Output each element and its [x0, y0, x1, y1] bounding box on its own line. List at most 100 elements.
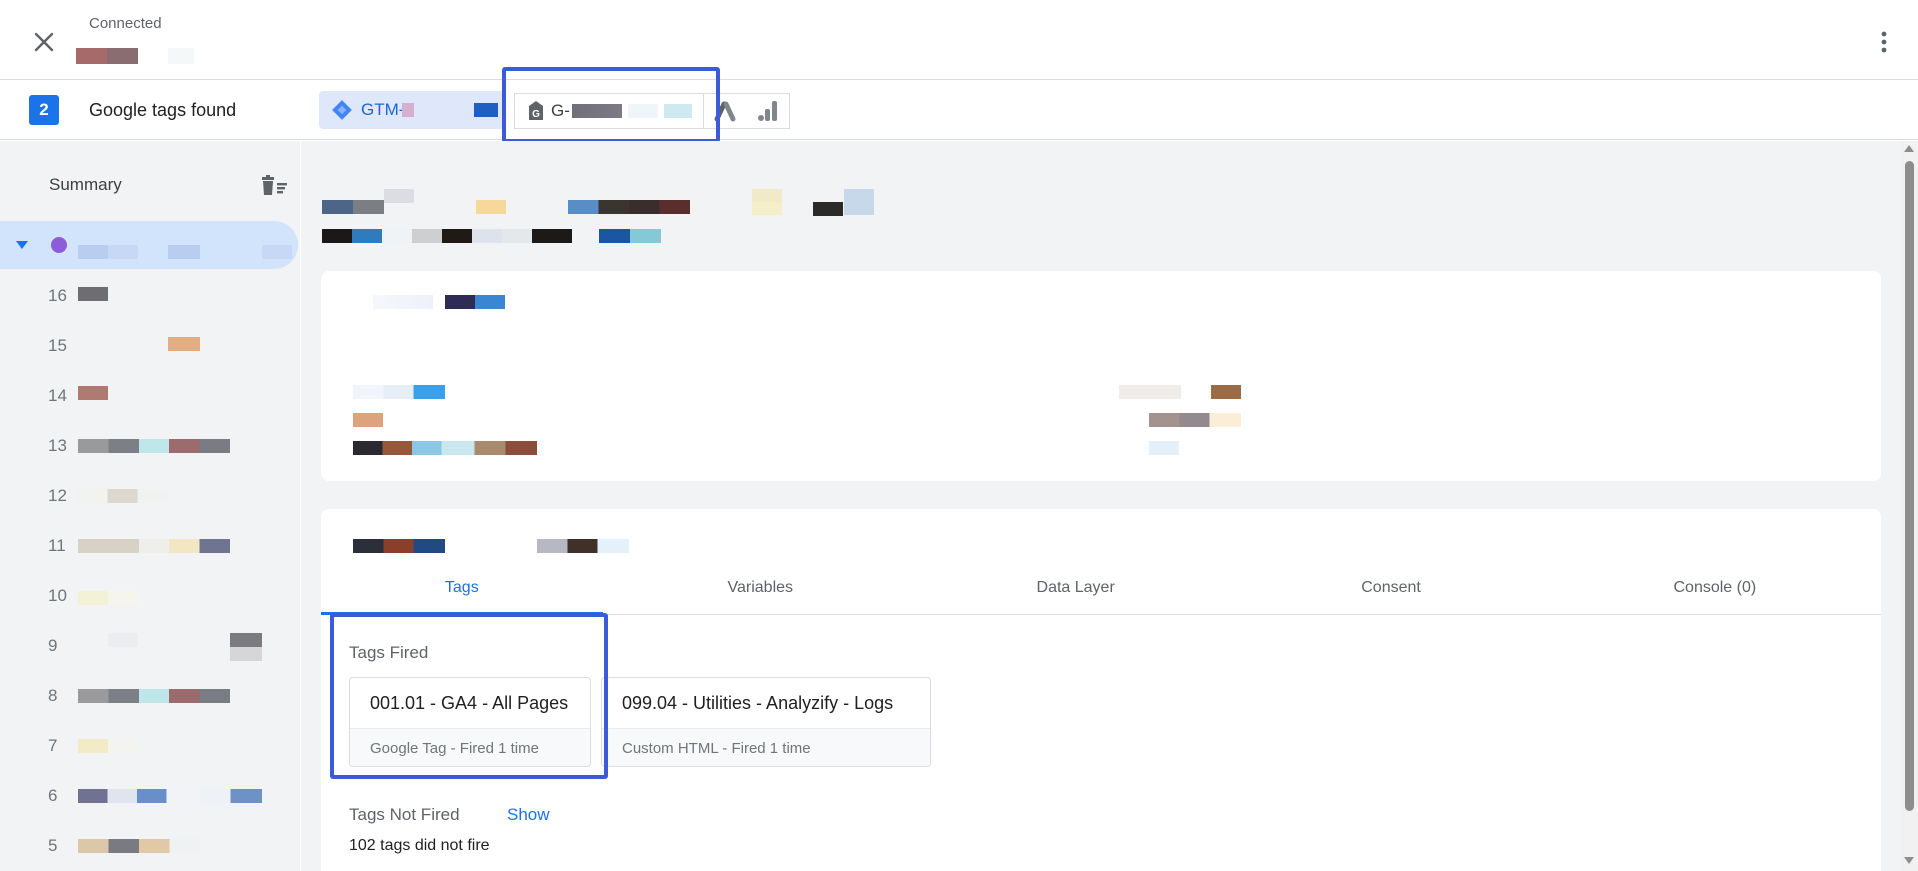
event-number: 6 — [48, 786, 58, 805]
event-number: 9 — [48, 636, 58, 655]
event-number: 10 — [48, 586, 67, 605]
tab-console[interactable]: Console (0) — [1549, 561, 1881, 614]
sidebar-event-item[interactable]: 5 — [0, 823, 298, 871]
redacted-card-title-part — [445, 295, 505, 309]
redacted-card-title — [373, 295, 433, 309]
redacted-gtm-id-tail — [474, 103, 499, 117]
tab-data-layer[interactable]: Data Layer — [918, 561, 1233, 614]
event-number: 16 — [48, 286, 67, 305]
fired-tag-detail: Google Tag - Fired 1 time — [350, 728, 590, 766]
redacted-event-name — [78, 591, 138, 605]
analytics-icon — [757, 101, 777, 121]
tags-found-bar: 2 Google tags found GTM- G G- — [0, 67, 1918, 143]
fired-tag-name: 001.01 - GA4 - All Pages — [370, 692, 569, 713]
redacted-url — [76, 48, 138, 64]
event-number: 5 — [48, 836, 58, 855]
redacted-event-name — [78, 739, 138, 753]
sidebar-event-item[interactable]: 11 — [0, 523, 298, 571]
more-options-button[interactable] — [1868, 26, 1900, 58]
sidebar-event-item[interactable]: 16 — [0, 273, 298, 321]
tab-variables[interactable]: Variables — [603, 561, 918, 614]
event-number: 8 — [48, 686, 58, 705]
delete-sweep-icon — [262, 175, 287, 195]
redacted-event-name — [78, 839, 200, 853]
event-number: 13 — [48, 436, 67, 455]
sidebar-event-item[interactable]: 15 — [0, 323, 298, 371]
sidebar-event-item[interactable]: 6 — [0, 773, 298, 821]
event-number: 14 — [48, 386, 67, 405]
event-number: 15 — [48, 336, 67, 355]
redacted-event-name — [108, 633, 138, 647]
redacted-event-name-2 — [168, 245, 200, 259]
main-scrollbar[interactable] — [1901, 141, 1918, 871]
clear-messages-button[interactable] — [259, 173, 289, 199]
fired-tag-name: 099.04 - Utilities - Analyzify - Logs — [622, 692, 894, 713]
redacted-page-url-part — [599, 229, 661, 243]
redacted-field — [353, 413, 383, 427]
top-bar: Connected — [0, 0, 1918, 80]
tags-fired-heading: Tags Fired — [349, 643, 429, 662]
close-icon — [34, 32, 54, 52]
event-details-card — [321, 271, 1881, 481]
debug-tabs: Tags Variables Data Layer Consent Consol… — [321, 561, 1881, 615]
redacted-event-name — [78, 439, 230, 453]
redacted-page-url — [322, 229, 572, 243]
gtm-logo-icon — [332, 100, 352, 120]
event-number: 12 — [48, 486, 67, 505]
google-tag-icon: G — [529, 101, 543, 120]
fired-tag-card[interactable]: 001.01 - GA4 - All Pages Google Tag - Fi… — [349, 677, 591, 767]
redacted-ga4-id — [571, 104, 622, 118]
redacted-card-heading — [353, 539, 445, 553]
scroll-thumb[interactable] — [1905, 161, 1914, 811]
redacted-card-heading-part — [537, 539, 629, 553]
redacted-field — [1149, 441, 1179, 455]
sidebar-event-item[interactable]: 7 — [0, 723, 298, 771]
scroll-down-icon[interactable] — [1904, 857, 1914, 864]
sidebar-event-item[interactable]: 10 — [0, 573, 298, 621]
sidebar-event-item[interactable]: 12 — [0, 473, 298, 521]
sidebar-event-item[interactable]: 13 — [0, 423, 298, 471]
sidebar-event-item[interactable]: 9 — [0, 623, 298, 671]
redacted-page-title-part — [476, 200, 506, 214]
summary-row[interactable]: Summary — [0, 167, 300, 203]
gtm-container-chip[interactable]: GTM- — [319, 91, 505, 129]
sidebar-event-item[interactable]: 14 — [0, 373, 298, 421]
tags-not-fired-heading: Tags Not Fired — [349, 805, 460, 824]
redacted-event-name — [168, 337, 200, 351]
expand-arrow-icon — [16, 241, 28, 249]
redacted-ga4-id-tail — [663, 104, 692, 118]
redacted-field — [353, 441, 537, 455]
show-not-fired-link[interactable]: Show — [507, 805, 550, 825]
redacted-page-title-part — [752, 189, 782, 215]
google-ads-icon — [714, 101, 736, 122]
redacted-page-title-part — [384, 189, 414, 203]
redacted-field — [1149, 413, 1241, 427]
other-tags-chip[interactable] — [704, 93, 790, 129]
event-sidebar: Summary 16 15 14 13 12 11 10 9 8 7 6 5 — [0, 141, 300, 871]
redacted-ga4-id-mid — [627, 104, 658, 118]
redacted-gtm-id — [402, 103, 415, 117]
ga4-tag-chip[interactable]: G G- — [514, 93, 704, 129]
page-event-dot-icon — [51, 237, 67, 253]
fired-tag-card[interactable]: 099.04 - Utilities - Analyzify - Logs Cu… — [601, 677, 931, 767]
tab-consent[interactable]: Consent — [1233, 561, 1548, 614]
tab-tags[interactable]: Tags — [321, 561, 603, 615]
tags-found-label: Google tags found — [89, 100, 237, 120]
redacted-field — [1119, 385, 1181, 399]
sidebar-active-event[interactable] — [0, 221, 298, 269]
fired-tag-detail: Custom HTML - Fired 1 time — [602, 728, 930, 766]
redacted-event-name-3 — [262, 245, 292, 259]
redacted-event-name-2 — [230, 633, 262, 647]
redacted-page-title-part — [568, 200, 690, 214]
sidebar-event-item[interactable]: 8 — [0, 673, 298, 721]
svg-text:G: G — [532, 109, 540, 120]
redacted-event-name — [78, 489, 168, 503]
close-button[interactable] — [28, 26, 60, 58]
more-vert-icon — [1881, 31, 1887, 53]
summary-label: Summary — [49, 175, 122, 194]
connection-status: Connected — [89, 15, 162, 32]
redacted-event-name-3 — [230, 647, 262, 661]
event-number: 11 — [48, 536, 66, 555]
scroll-up-icon[interactable] — [1904, 145, 1914, 152]
redacted-page-title-part — [813, 202, 843, 216]
